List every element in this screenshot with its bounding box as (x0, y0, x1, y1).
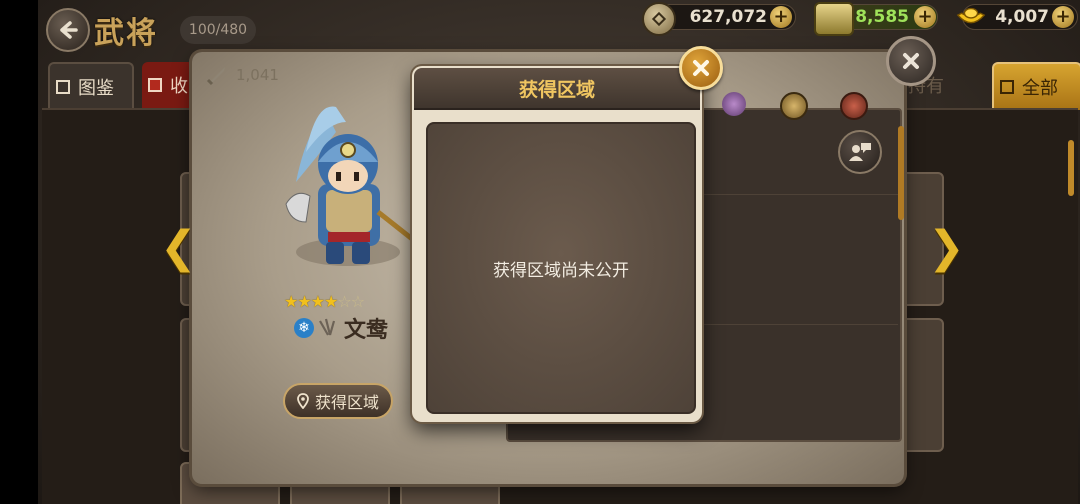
medal-icon[interactable] (780, 92, 808, 120)
star-filled-icon: ★ (284, 292, 298, 311)
previous-hero-arrow[interactable]: ❮ (160, 222, 197, 273)
sword-icon (206, 67, 225, 86)
add-ingots-button[interactable]: + (1052, 6, 1074, 28)
star-filled-icon: ★ (324, 292, 338, 311)
close-detail-button[interactable] (886, 36, 936, 86)
close-icon (903, 53, 919, 69)
checkbox-icon (148, 78, 162, 92)
star-filled-icon: ★ (310, 292, 325, 311)
tab-favorites-label: 收 (170, 76, 188, 97)
claw-weapon-icon (319, 318, 336, 336)
checkbox-icon (56, 80, 70, 94)
hero-power: 1,041 (206, 64, 279, 86)
hero-card-slot[interactable] (898, 318, 944, 452)
page-title: 武将 (94, 16, 158, 51)
add-coins-button[interactable]: + (770, 6, 792, 28)
tab-favorites[interactable]: 收 (142, 62, 194, 108)
bag-icon[interactable] (722, 92, 746, 116)
next-hero-arrow[interactable]: ❯ (928, 222, 965, 273)
tab-dex[interactable]: 图鉴 (48, 62, 134, 110)
acquire-location-button[interactable]: 获得区域 (283, 383, 393, 419)
info-scrollbar[interactable] (898, 126, 904, 220)
close-icon (693, 60, 709, 76)
coin-value: 627,072 (689, 7, 767, 27)
scroll-icon[interactable] (840, 92, 868, 120)
tab-dex-label: 图鉴 (78, 78, 114, 99)
hero-name: 文鸯 (344, 318, 389, 343)
hero-name-row: ❄ 文鸯 (294, 312, 388, 344)
tab-all[interactable]: 全部 (992, 62, 1080, 110)
gold-ingot-icon (956, 2, 986, 32)
star-empty-icon: ☆ (350, 292, 365, 311)
gold-bar-icon (814, 2, 854, 36)
modal-title: 获得区域 (414, 68, 700, 110)
acquire-location-label: 获得区域 (314, 393, 379, 412)
modal-message: 获得区域尚未公开 (426, 122, 696, 414)
chat-person-icon (849, 143, 871, 161)
ingot-value: 4,007 (995, 7, 1049, 27)
comment-button[interactable] (838, 130, 882, 174)
map-pin-icon (297, 393, 309, 409)
gold-value: 8,585 (855, 7, 909, 27)
hero-portrait (285, 106, 426, 266)
game-screen: 武将 100/480 627,072 + 8,585 + 4,007 + 图鉴 … (38, 0, 1080, 504)
coin-icon (642, 2, 676, 36)
back-button[interactable] (46, 8, 90, 52)
add-gold-button[interactable]: + (914, 6, 936, 28)
star-empty-icon: ☆ (337, 292, 351, 311)
star-filled-icon: ★ (297, 292, 311, 311)
snowflake-icon: ❄ (294, 318, 314, 338)
grid-scrollbar[interactable] (1068, 140, 1074, 196)
checkbox-icon (1000, 80, 1014, 94)
power-value: 1,041 (236, 66, 279, 84)
arrow-left-icon (60, 21, 78, 39)
close-modal-button[interactable] (679, 46, 723, 90)
hero-count-badge: 100/480 (180, 16, 256, 44)
hero-star-rating: ★★★★☆☆ (284, 292, 365, 311)
tab-all-label: 全部 (1022, 78, 1058, 99)
